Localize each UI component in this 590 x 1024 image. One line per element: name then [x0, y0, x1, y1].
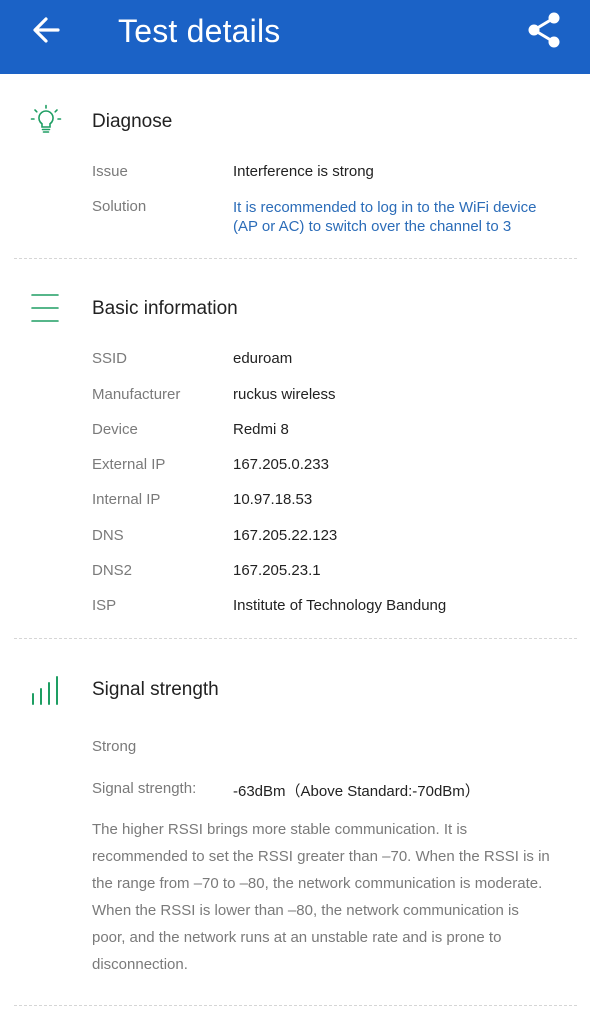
basic-info-title: Basic information — [92, 298, 238, 319]
solution-label: Solution — [92, 198, 147, 215]
app-bar: Test details — [0, 0, 590, 74]
issue-label: Issue — [92, 163, 128, 180]
external-ip-value: 167.205.0.233 — [233, 456, 329, 473]
issue-value: Interference is strong — [233, 163, 374, 180]
device-label: Device — [92, 421, 138, 438]
signal-strength-label: Signal strength: — [92, 780, 197, 797]
divider — [14, 638, 577, 639]
signal-bars-icon — [32, 676, 58, 705]
signal-description: The higher RSSI brings more stable commu… — [92, 821, 550, 973]
dns-value: 167.205.22.123 — [233, 527, 338, 544]
ssid-label: SSID — [92, 350, 128, 367]
device-value: Redmi 8 — [233, 421, 289, 438]
dns2-label: DNS2 — [92, 562, 133, 579]
isp-value: Institute of Technology Bandung — [233, 597, 447, 614]
dns2-value: 167.205.23.1 — [233, 562, 321, 579]
internal-ip-label: Internal IP — [92, 491, 161, 508]
manufacturer-value: ruckus wireless — [233, 386, 336, 403]
signal-level: Strong — [92, 738, 137, 755]
external-ip-label: External IP — [92, 456, 166, 473]
page-title: Test details — [118, 13, 281, 49]
divider — [14, 258, 577, 259]
solution-link[interactable]: It is recommended to log in to the WiFi … — [233, 198, 563, 236]
dns-label: DNS — [92, 527, 124, 544]
signal-strength-value: -63dBm（Above Standard:-70dBm） — [233, 783, 480, 800]
share-icon[interactable] — [524, 10, 564, 50]
back-arrow-icon[interactable] — [28, 12, 64, 48]
diagnose-title: Diagnose — [92, 111, 173, 132]
manufacturer-label: Manufacturer — [92, 386, 181, 403]
divider — [14, 1005, 577, 1006]
lightbulb-icon — [30, 104, 62, 133]
ssid-value: eduroam — [233, 350, 293, 367]
menu-lines-icon — [31, 294, 59, 322]
isp-label: ISP — [92, 597, 117, 614]
signal-title: Signal strength — [92, 679, 219, 700]
internal-ip-value: 10.97.18.53 — [233, 491, 313, 508]
